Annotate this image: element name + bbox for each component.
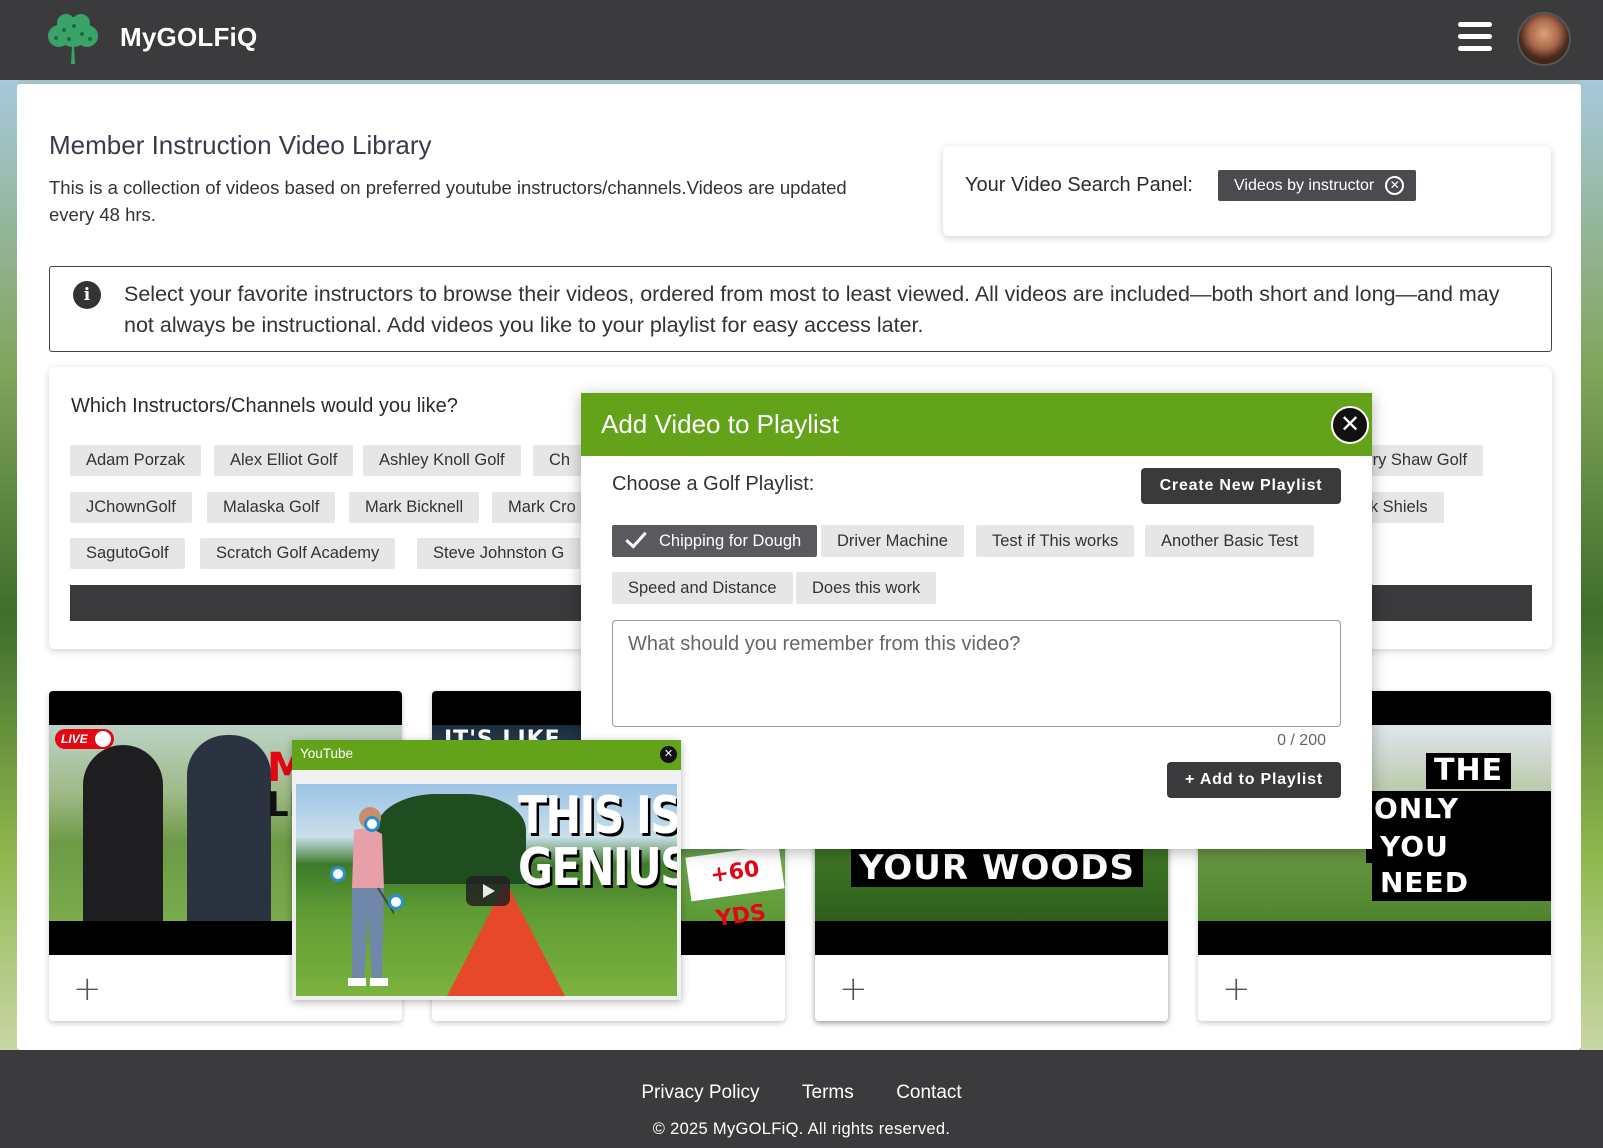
user-avatar[interactable] (1517, 12, 1571, 66)
privacy-policy-link[interactable]: Privacy Policy (641, 1082, 759, 1103)
thumbnail-overlay-text: THE (1426, 753, 1512, 789)
video-search-panel: Your Video Search Panel: Videos by instr… (943, 146, 1551, 236)
video-notes-textarea[interactable] (612, 620, 1341, 727)
playlist-chip-label: Chipping for Dough (659, 532, 802, 550)
youtube-video-frame[interactable]: THIS IS GENIUS (296, 784, 677, 996)
youtube-player-title: YouTube (300, 746, 354, 761)
thumbnail-overlay-text: YOUR WOODS (851, 849, 1143, 887)
active-filter-label: Videos by instructor (1234, 177, 1375, 194)
thumbnail-person (83, 745, 163, 921)
playlist-chip[interactable]: Driver Machine (821, 525, 964, 557)
thumbnail-person (187, 735, 271, 921)
add-to-playlist-icon[interactable]: + (839, 969, 868, 1009)
instructor-chip[interactable]: Adam Porzak (70, 445, 202, 476)
footer-links: Privacy Policy Terms Contact (0, 1082, 1603, 1104)
choose-playlist-label: Choose a Golf Playlist: (612, 473, 815, 495)
info-box: i Select your favorite instructors to br… (49, 266, 1552, 352)
add-to-playlist-icon[interactable]: + (1222, 969, 1251, 1009)
instructor-chip[interactable]: JChownGolf (70, 492, 192, 523)
character-counter: 0 / 200 (1277, 732, 1326, 749)
swing-marker-dot (388, 894, 404, 910)
site-footer: Privacy Policy Terms Contact © 2025 MyGO… (0, 1050, 1603, 1148)
background-scenery-right (1581, 80, 1603, 1050)
instructor-chip[interactable]: Scratch Golf Academy (200, 538, 396, 569)
video-golfer (348, 807, 394, 986)
playlist-chip[interactable]: Another Basic Test (1145, 525, 1315, 557)
search-panel-label: Your Video Search Panel: (965, 174, 1193, 196)
modal-header: Add Video to Playlist ✕ (581, 393, 1372, 456)
live-badge-label: LIVE (61, 732, 88, 746)
page-title: Member Instruction Video Library (49, 130, 432, 160)
video-headline-line: GENIUS (518, 838, 677, 898)
playlist-chip[interactable]: Test if This works (976, 525, 1135, 557)
tree-logo-icon[interactable] (44, 12, 102, 66)
create-new-playlist-button[interactable]: Create New Playlist (1141, 468, 1341, 504)
video-headline-line: THIS IS (518, 786, 677, 846)
instructor-chip[interactable]: Mark Bicknell (349, 492, 480, 523)
swing-marker-dot (330, 866, 346, 882)
copyright-text: © 2025 MyGOLFiQ. All rights reserved. (652, 1120, 951, 1138)
check-icon (625, 526, 647, 549)
youtube-close-icon[interactable]: ✕ (660, 746, 677, 763)
modal-title: Add Video to Playlist (601, 409, 839, 439)
instructor-chip[interactable]: Malaska Golf (207, 492, 336, 523)
info-icon: i (73, 281, 101, 309)
play-icon[interactable] (466, 876, 510, 906)
live-play-icon (92, 729, 113, 749)
playlist-chip[interactable]: Speed and Distance (612, 572, 793, 604)
playlist-chip[interactable]: Does this work (796, 572, 937, 604)
thumbnail-overlay-text: YOU NEED (1372, 829, 1551, 901)
playlist-chip-selected[interactable]: Chipping for Dough (612, 525, 818, 557)
add-to-playlist-button[interactable]: + Add to Playlist (1167, 762, 1341, 798)
menu-hamburger-icon[interactable] (1458, 22, 1492, 52)
instructor-chip[interactable]: Mark Cro (492, 492, 592, 523)
terms-link[interactable]: Terms (802, 1082, 854, 1103)
swing-marker-dot (364, 816, 380, 832)
instructor-chip[interactable]: Alex Elliot Golf (214, 445, 354, 476)
contact-link[interactable]: Contact (896, 1082, 961, 1103)
remove-filter-icon[interactable]: ✕ (1385, 176, 1405, 195)
modal-close-icon[interactable]: ✕ (1331, 406, 1369, 444)
video-headline: THIS IS GENIUS (518, 790, 677, 894)
youtube-player-bar: YouTube ✕ (292, 740, 681, 770)
instructor-selector-title: Which Instructors/Channels would you lik… (71, 395, 458, 417)
page-description: This is a collection of videos based on … (49, 177, 847, 225)
info-text: Select your favorite instructors to brow… (124, 282, 1500, 337)
live-badge: LIVE (55, 729, 114, 749)
instructor-chip[interactable]: Ch (533, 445, 587, 476)
instructor-chip[interactable]: Steve Johnston G (417, 538, 581, 569)
app-header: MyGOLFiQ (0, 0, 1603, 80)
instructor-chip[interactable]: SagutoGolf (70, 538, 185, 569)
brand-name[interactable]: MyGOLFiQ (120, 22, 257, 53)
add-to-playlist-modal: Add Video to Playlist ✕ Choose a Golf Pl… (581, 393, 1372, 849)
background-scenery-left (0, 80, 18, 1050)
active-filter-chip[interactable]: Videos by instructor ✕ (1218, 170, 1417, 201)
instructor-chip[interactable]: Ashley Knoll Golf (363, 445, 521, 476)
add-to-playlist-icon[interactable]: + (73, 969, 102, 1009)
video-trees (376, 794, 526, 884)
youtube-mini-player[interactable]: YouTube ✕ THIS IS GENIUS (292, 740, 681, 1000)
